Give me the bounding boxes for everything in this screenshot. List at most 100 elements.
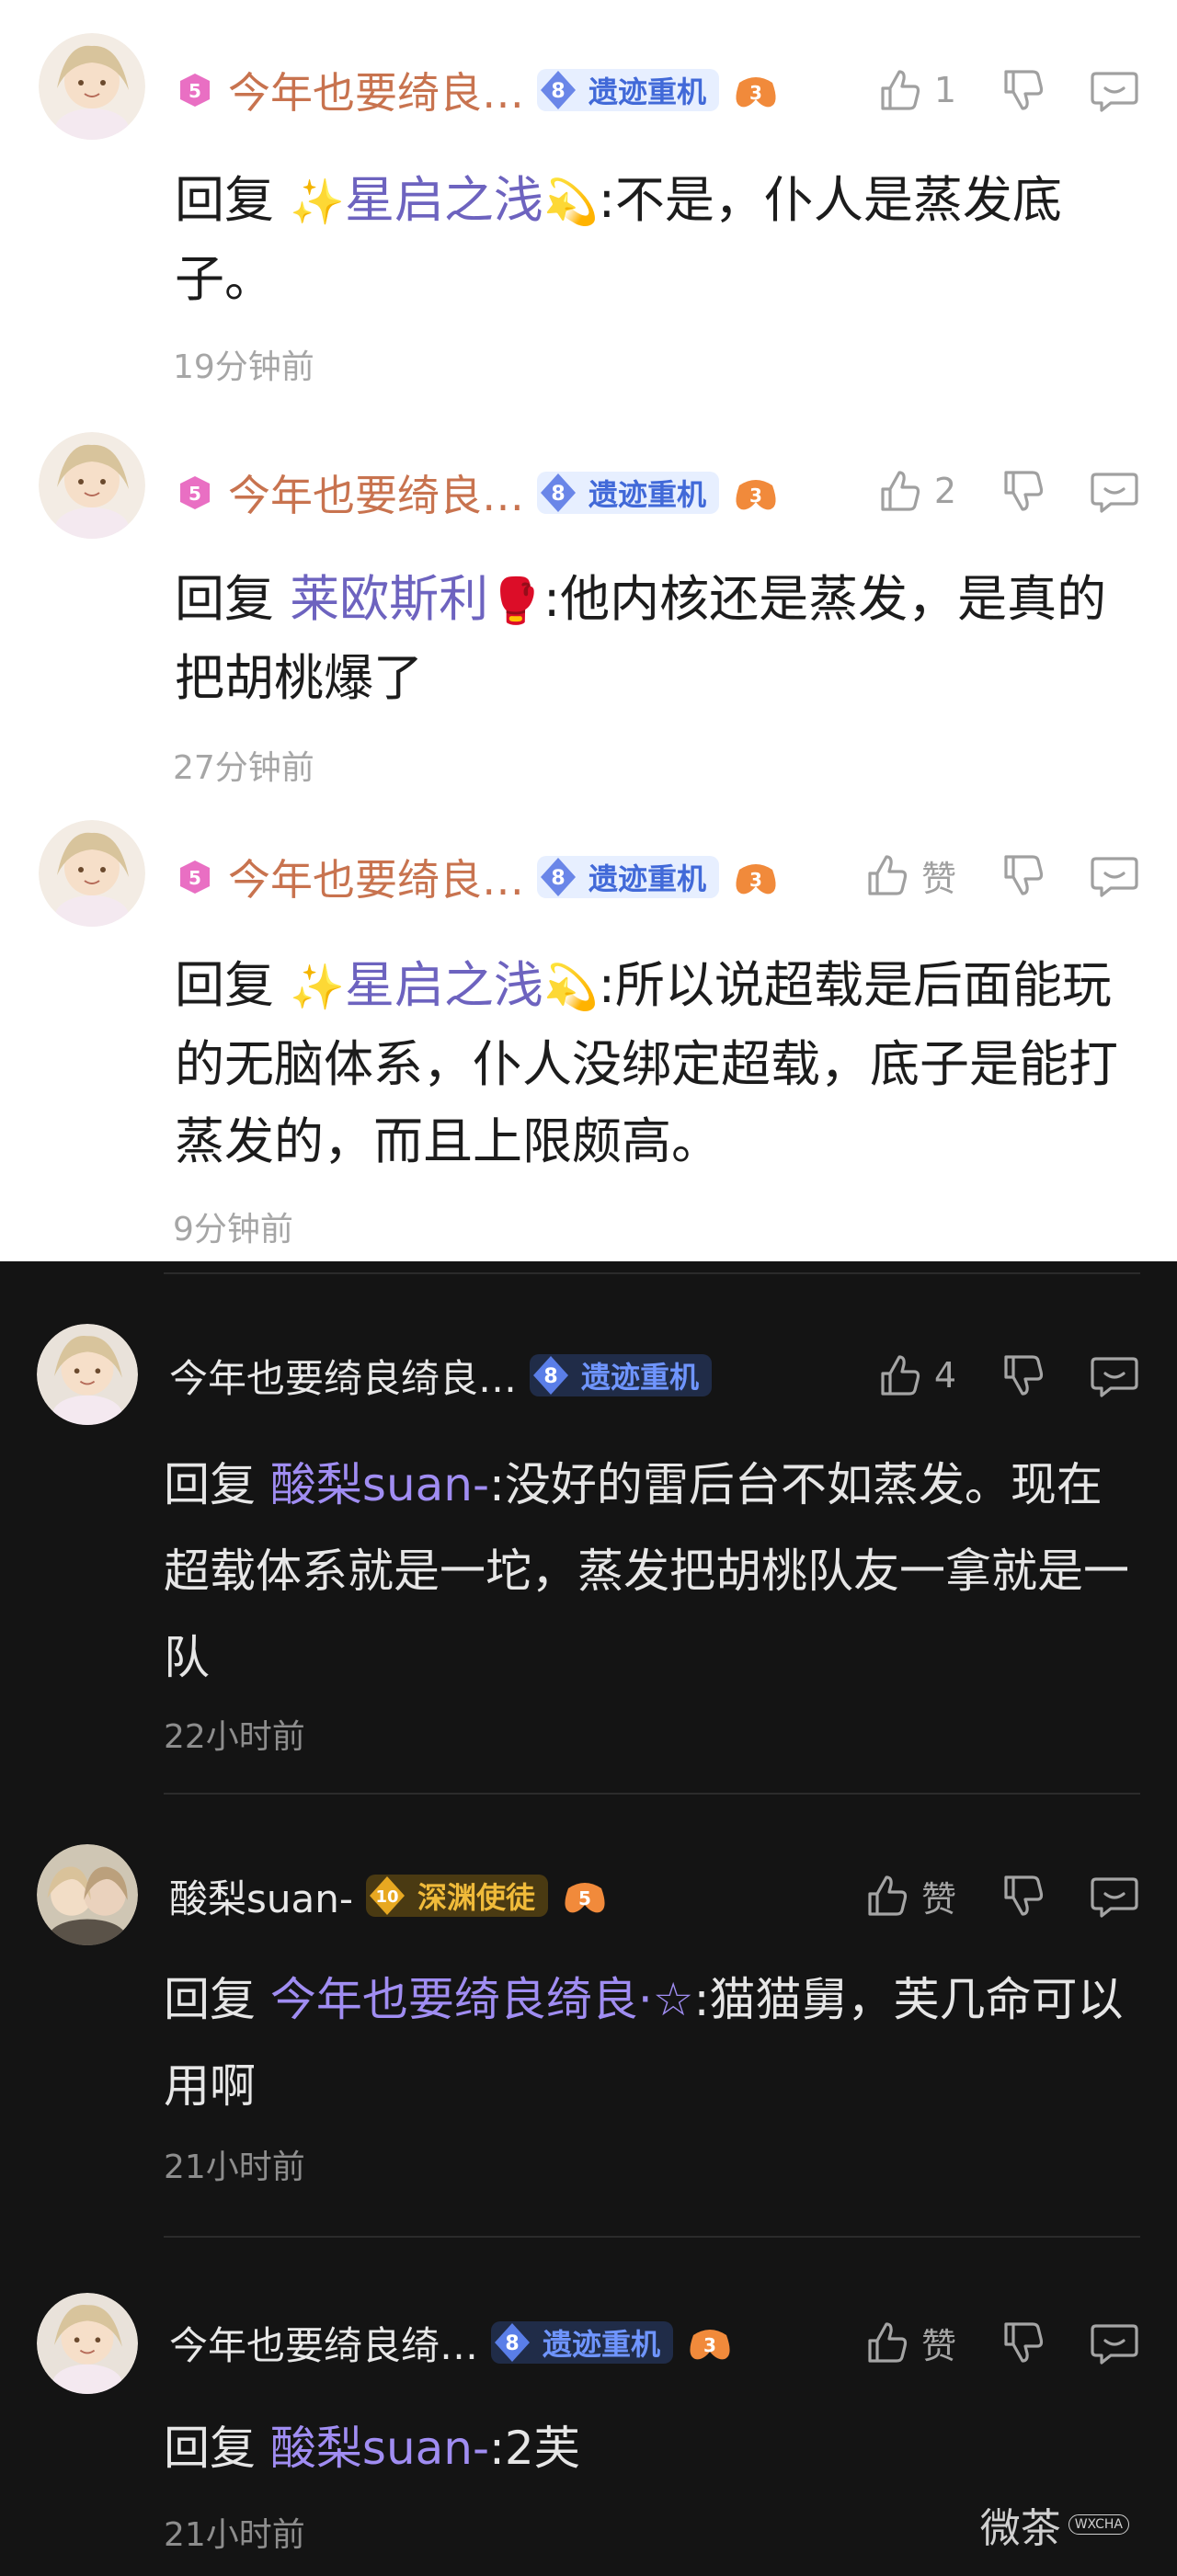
dislike-button[interactable] (997, 1350, 1048, 1401)
like-button[interactable]: 2 (874, 465, 956, 517)
badge-level-icon: 8 (491, 2321, 533, 2364)
badge: 8 遗迹重机 (537, 856, 720, 898)
username[interactable]: 今年也要绮良… (228, 847, 524, 907)
username[interactable]: 今年也要绮良… (228, 462, 524, 523)
comment-body: 回复 ✨星启之浅💫:所以说超载是后面能玩的无脑体系，仆人没绑定超载，底子是能打蒸… (175, 947, 1140, 1180)
comment-bubble-icon (1091, 2324, 1138, 2365)
sparkles-emoji: ✨ (290, 177, 345, 228)
svg-text:5: 5 (578, 1887, 591, 1909)
thumbs-down-icon (1004, 1875, 1044, 1916)
badge: 8 遗迹重机 (537, 472, 720, 514)
comment-actions: 4 (874, 1348, 1140, 1403)
svg-text:3: 3 (703, 2334, 716, 2356)
like-button[interactable]: 赞 (861, 849, 956, 901)
svg-text:5: 5 (189, 483, 201, 505)
avatar[interactable] (37, 2293, 138, 2394)
thumbs-up-icon (881, 70, 920, 110)
like-button[interactable]: 赞 (861, 1870, 956, 1921)
comment-bubble-icon (1091, 857, 1138, 897)
username[interactable]: 今年也要绮良… (228, 60, 524, 120)
light-comment-section: 5 今年也要绮良… 8 遗迹重机 3 1 回复 ✨星启之浅💫:不是，仆人是蒸发底… (0, 0, 1177, 1261)
svg-text:3: 3 (749, 82, 762, 104)
avatar[interactable] (39, 820, 145, 927)
like-button[interactable]: 4 (874, 1350, 956, 1401)
svg-text:5: 5 (189, 80, 201, 102)
avatar[interactable] (39, 432, 145, 539)
username[interactable]: 今年也要绮良绮… (169, 2315, 478, 2371)
reply-button[interactable] (1089, 1350, 1140, 1401)
name-row: 5 今年也要绮良… 8 遗迹重机 3 (175, 63, 780, 118)
reply-prefix: 回复 (164, 1973, 256, 2026)
thumbs-down-icon (1004, 70, 1044, 110)
reply-prefix: 回复 (164, 2422, 256, 2475)
thumbs-down-icon (1004, 1355, 1044, 1396)
comment-bubble-icon (1091, 473, 1138, 513)
level-icon: 5 (180, 861, 210, 894)
comment-actions: 1 (874, 63, 1140, 118)
svg-text:8: 8 (551, 483, 565, 506)
reply-button[interactable] (1089, 465, 1140, 517)
timestamp: 9分钟前 (173, 1211, 293, 1248)
name-row: 5 今年也要绮良… 8 遗迹重机 3 (175, 849, 780, 905)
mention-link[interactable]: 星启之浅 (345, 171, 543, 229)
username[interactable]: 酸梨suan- (169, 1868, 353, 1924)
dislike-button[interactable] (997, 1870, 1048, 1921)
svg-text:10: 10 (375, 1887, 398, 1907)
like-button[interactable]: 1 (874, 64, 956, 116)
comment-bubble-icon (1091, 1357, 1138, 1397)
dislike-button[interactable] (997, 2317, 1048, 2368)
reply-button[interactable] (1089, 1870, 1140, 1921)
comment-body: 回复 今年也要绮良绮良·☆:猫猫舅，芙几命可以用啊 (164, 1956, 1138, 2129)
level-icon: 5 (180, 74, 210, 107)
mention-link[interactable]: 星启之浅 (345, 956, 543, 1014)
svg-text:3: 3 (749, 484, 762, 507)
username[interactable]: 今年也要绮良绮良… (169, 1348, 517, 1404)
thumbs-up-icon (881, 1355, 920, 1396)
reply-prefix: 回复 (175, 171, 274, 229)
game-controller-icon: 3 (736, 480, 776, 510)
dislike-button[interactable] (997, 64, 1048, 116)
mention-link[interactable]: 莱欧斯利 (290, 570, 488, 628)
dark-comment-section: 今年也要绮良绮良… 8 遗迹重机 4 回复 酸梨suan-:没好的雷后台不如蒸发… (0, 1261, 1177, 2576)
svg-text:8: 8 (551, 867, 565, 890)
dizzy-emoji: 💫 (543, 962, 599, 1013)
like-count: 2 (933, 471, 956, 511)
thumbs-up-icon (868, 2322, 908, 2363)
reply-button[interactable] (1089, 64, 1140, 116)
watermark-tag: WXCHA (1068, 2514, 1129, 2535)
thumbs-up-icon (868, 855, 908, 895)
like-button[interactable]: 赞 (861, 2317, 956, 2368)
badge-level-icon: 8 (537, 69, 579, 111)
thumbs-up-icon (868, 1875, 908, 1916)
avatar[interactable] (39, 33, 145, 140)
watermark: 微茶 WXCHA (980, 2495, 1129, 2554)
thumbs-up-icon (881, 471, 920, 511)
mention-link[interactable]: 酸梨suan- (270, 2422, 489, 2475)
svg-text:3: 3 (749, 869, 762, 891)
sparkles-emoji: ✨ (290, 962, 345, 1013)
like-count: 赞 (920, 858, 956, 899)
avatar[interactable] (37, 1844, 138, 1945)
dislike-button[interactable] (997, 849, 1048, 901)
reply-button[interactable] (1089, 2317, 1140, 2368)
mention-link[interactable]: 今年也要绮良绮良·☆ (270, 1973, 694, 2026)
timestamp: 22小时前 (164, 1718, 305, 1756)
reply-button[interactable] (1089, 849, 1140, 901)
timestamp: 19分钟前 (173, 348, 314, 386)
avatar[interactable] (37, 1324, 138, 1425)
reply-prefix: 回复 (164, 1458, 256, 1511)
like-count: 赞 (920, 2325, 956, 2366)
name-row: 今年也要绮良绮… 8 遗迹重机 3 (169, 2315, 734, 2370)
watermark-text: 微茶 (979, 2505, 1061, 2552)
comment-body: 回复 莱欧斯利🥊:他内核还是蒸发，是真的把胡桃爆了 (175, 561, 1140, 717)
badge: 8 遗迹重机 (530, 1354, 713, 1396)
badge: 10 深渊使徒 (366, 1875, 549, 1917)
divider (164, 1793, 1140, 1795)
badge-label: 深渊使徒 (417, 1880, 536, 1915)
comment-body: 回复 酸梨suan-:2芙 (164, 2405, 1138, 2491)
dislike-button[interactable] (997, 465, 1048, 517)
comment-bubble-icon (1091, 72, 1138, 112)
badge: 8 遗迹重机 (537, 69, 720, 111)
badge-level-icon: 8 (537, 856, 579, 898)
mention-link[interactable]: 酸梨suan- (270, 1458, 489, 1511)
